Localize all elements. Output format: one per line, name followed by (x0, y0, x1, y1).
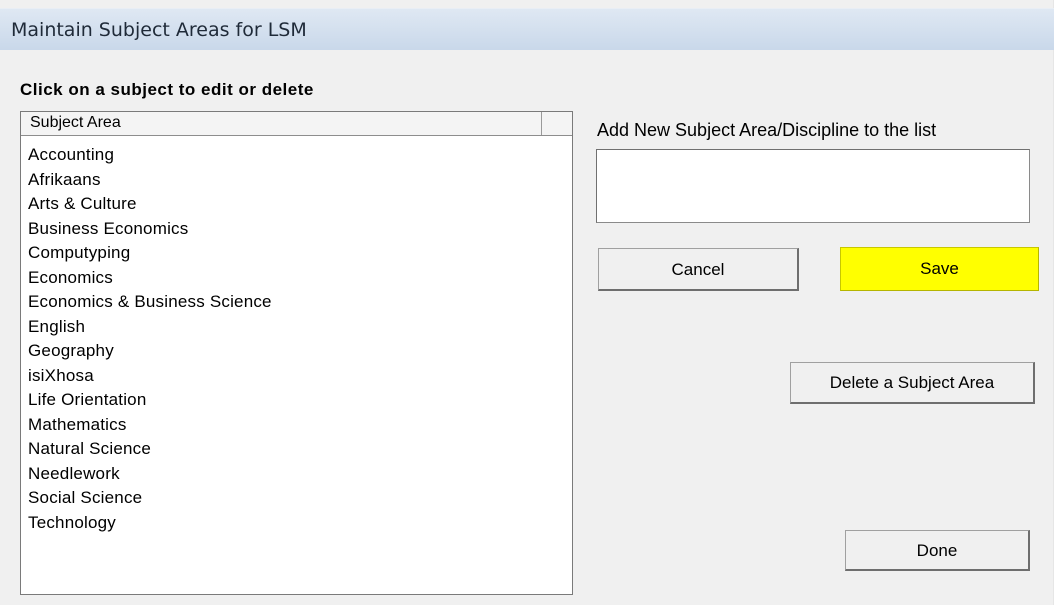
list-item[interactable]: Natural Science (21, 437, 572, 462)
save-button[interactable]: Save (840, 247, 1039, 291)
column-header-subject-area[interactable]: Subject Area (21, 112, 542, 135)
list-item[interactable]: Computyping (21, 241, 572, 266)
list-item[interactable]: Economics & Business Science (21, 290, 572, 315)
list-item[interactable]: Afrikaans (21, 168, 572, 193)
list-item[interactable]: Mathematics (21, 413, 572, 438)
title-bar[interactable]: Maintain Subject Areas for LSM (0, 8, 1054, 50)
list-item[interactable]: Social Science (21, 486, 572, 511)
subject-list: Accounting Afrikaans Arts & Culture Busi… (21, 143, 572, 535)
subject-area-listview[interactable]: Subject Area Accounting Afrikaans Arts &… (20, 111, 573, 595)
list-header: Subject Area (21, 112, 572, 136)
delete-subject-area-button[interactable]: Delete a Subject Area (790, 362, 1035, 404)
list-item[interactable]: Life Orientation (21, 388, 572, 413)
list-item[interactable]: Business Economics (21, 217, 572, 242)
list-item[interactable]: Arts & Culture (21, 192, 572, 217)
cancel-button[interactable]: Cancel (598, 248, 799, 291)
maintain-subject-areas-window: Maintain Subject Areas for LSM Click on … (0, 0, 1054, 605)
add-subject-label: Add New Subject Area/Discipline to the l… (597, 120, 937, 140)
list-item[interactable]: Geography (21, 339, 572, 364)
list-item[interactable]: Technology (21, 511, 572, 536)
done-button[interactable]: Done (845, 530, 1030, 571)
window-title: Maintain Subject Areas for LSM (11, 19, 307, 41)
instruction-label: Click on a subject to edit or delete (20, 80, 314, 99)
list-item[interactable]: Economics (21, 266, 572, 291)
list-item[interactable]: Accounting (21, 143, 572, 168)
list-item[interactable]: Needlework (21, 462, 572, 487)
list-item[interactable]: English (21, 315, 572, 340)
column-header-filler (542, 112, 572, 135)
new-subject-input[interactable] (596, 149, 1030, 223)
list-item[interactable]: isiXhosa (21, 364, 572, 389)
